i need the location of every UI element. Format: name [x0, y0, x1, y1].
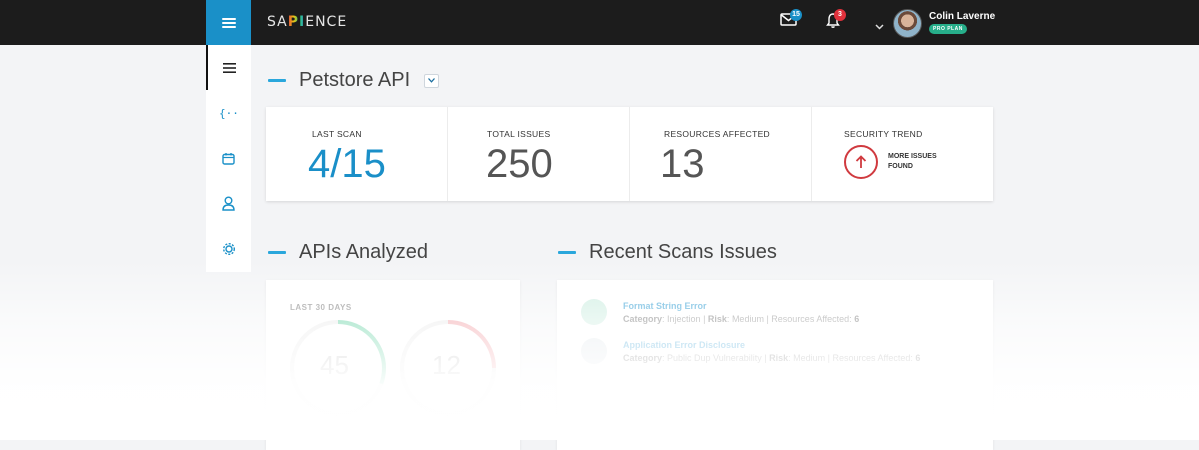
top-bar [0, 0, 1199, 45]
stat-label: RESOURCES AFFECTED [664, 129, 770, 139]
calendar-icon [222, 153, 235, 165]
scan-issue-title[interactable]: Format String Error [623, 301, 707, 311]
scan-issue-meta: Category: Injection | Risk: Medium | Res… [623, 314, 860, 324]
sidebar-item-menu[interactable] [206, 45, 251, 90]
trend-text: MORE ISSUES FOUND [888, 152, 937, 172]
apis-analyzed-card: LAST 30 DAYS 45 12 [266, 280, 520, 450]
chevron-down-icon [428, 78, 436, 83]
plan-badge: PRO PLAN [929, 24, 967, 34]
notifications-button[interactable]: 3 [826, 9, 846, 34]
sidebar-item-settings[interactable] [206, 226, 251, 271]
stat-security-trend: SECURITY TREND MORE ISSUES FOUND [812, 107, 993, 201]
document-icon [581, 338, 607, 364]
chevron-down-icon [875, 24, 884, 30]
logo-text-start: SA [267, 14, 288, 30]
title-accent [558, 251, 576, 254]
meta-label: Resources Affected: [771, 314, 852, 324]
trend-text-line: MORE ISSUES [888, 153, 937, 160]
title-accent [268, 251, 286, 254]
gauge-value: 45 [320, 350, 349, 380]
meta-label: Risk [707, 314, 727, 324]
meta-value: Injection [667, 314, 701, 324]
meta-value: Public Dup Vulnerability [667, 353, 762, 363]
side-nav: {···} [206, 45, 251, 272]
stat-total-issues: TOTAL ISSUES 250 [448, 107, 630, 201]
stat-value: 250 [486, 142, 553, 186]
code-braces-icon: {···} [219, 107, 239, 119]
scan-issue-meta: Category: Public Dup Vulnerability | Ris… [623, 353, 921, 363]
sidebar-item-calendar[interactable] [206, 136, 251, 181]
app-logo[interactable]: SAPIENCE [267, 14, 347, 30]
recent-scans-heading: Recent Scans Issues [558, 241, 777, 264]
messages-button[interactable]: 15 [780, 9, 802, 31]
stat-label: LAST SCAN [312, 129, 362, 139]
messages-badge: 15 [790, 9, 802, 21]
gear-icon [222, 242, 235, 255]
avatar[interactable] [893, 9, 922, 38]
svg-text:{···}: {···} [219, 107, 239, 119]
stat-value: 4/15 [308, 142, 386, 186]
stat-value: 13 [660, 142, 705, 186]
meta-label: Risk [769, 353, 789, 363]
sidebar-item-apis[interactable]: {···} [206, 90, 251, 135]
meta-value: Medium [731, 314, 764, 324]
trend-indicator [844, 145, 878, 179]
logo-text-end: ENCE [305, 14, 348, 30]
api-selector-dropdown[interactable] [424, 73, 440, 88]
sidebar-item-user[interactable] [206, 181, 251, 226]
list-icon [223, 62, 236, 73]
section-title-text: Recent Scans Issues [589, 241, 777, 263]
title-accent [268, 79, 286, 82]
meta-label: Category [623, 353, 663, 363]
apis-analyzed-heading: APIs Analyzed [268, 241, 428, 264]
menu-toggle-button[interactable] [206, 0, 251, 45]
arrow-up-icon [855, 155, 867, 168]
notifications-badge: 3 [834, 9, 846, 21]
user-name: Colin Laverne [929, 11, 996, 22]
document-icon [581, 299, 607, 325]
meta-label: Resources Affected: [832, 353, 913, 363]
stat-label: SECURITY TREND [844, 129, 923, 139]
gauge-value: 12 [432, 350, 461, 380]
user-icon [222, 196, 235, 211]
scan-issue-title[interactable]: Application Error Disclosure [623, 340, 745, 350]
stats-panel: LAST SCAN 4/15 TOTAL ISSUES 250 RESOURCE… [266, 107, 993, 201]
page-title: Petstore API [268, 69, 440, 92]
trend-text-line: FOUND [888, 163, 913, 170]
hamburger-icon [221, 17, 236, 28]
section-title-text: APIs Analyzed [299, 241, 428, 263]
stat-last-scan: LAST SCAN 4/15 [266, 107, 448, 201]
user-menu-toggle[interactable] [875, 17, 884, 35]
stat-resources-affected: RESOURCES AFFECTED 13 [630, 107, 812, 201]
meta-value: 6 [915, 353, 921, 363]
stat-label: TOTAL ISSUES [487, 129, 551, 139]
period-label: LAST 30 DAYS [290, 303, 352, 312]
logo-text-api: PI [287, 14, 306, 30]
meta-value: 6 [854, 314, 860, 324]
recent-scans-card: Format String Error Category: Injection … [557, 280, 993, 450]
meta-value: Medium [793, 353, 826, 363]
meta-label: Category [623, 314, 663, 324]
page-title-text: Petstore API [299, 69, 411, 91]
